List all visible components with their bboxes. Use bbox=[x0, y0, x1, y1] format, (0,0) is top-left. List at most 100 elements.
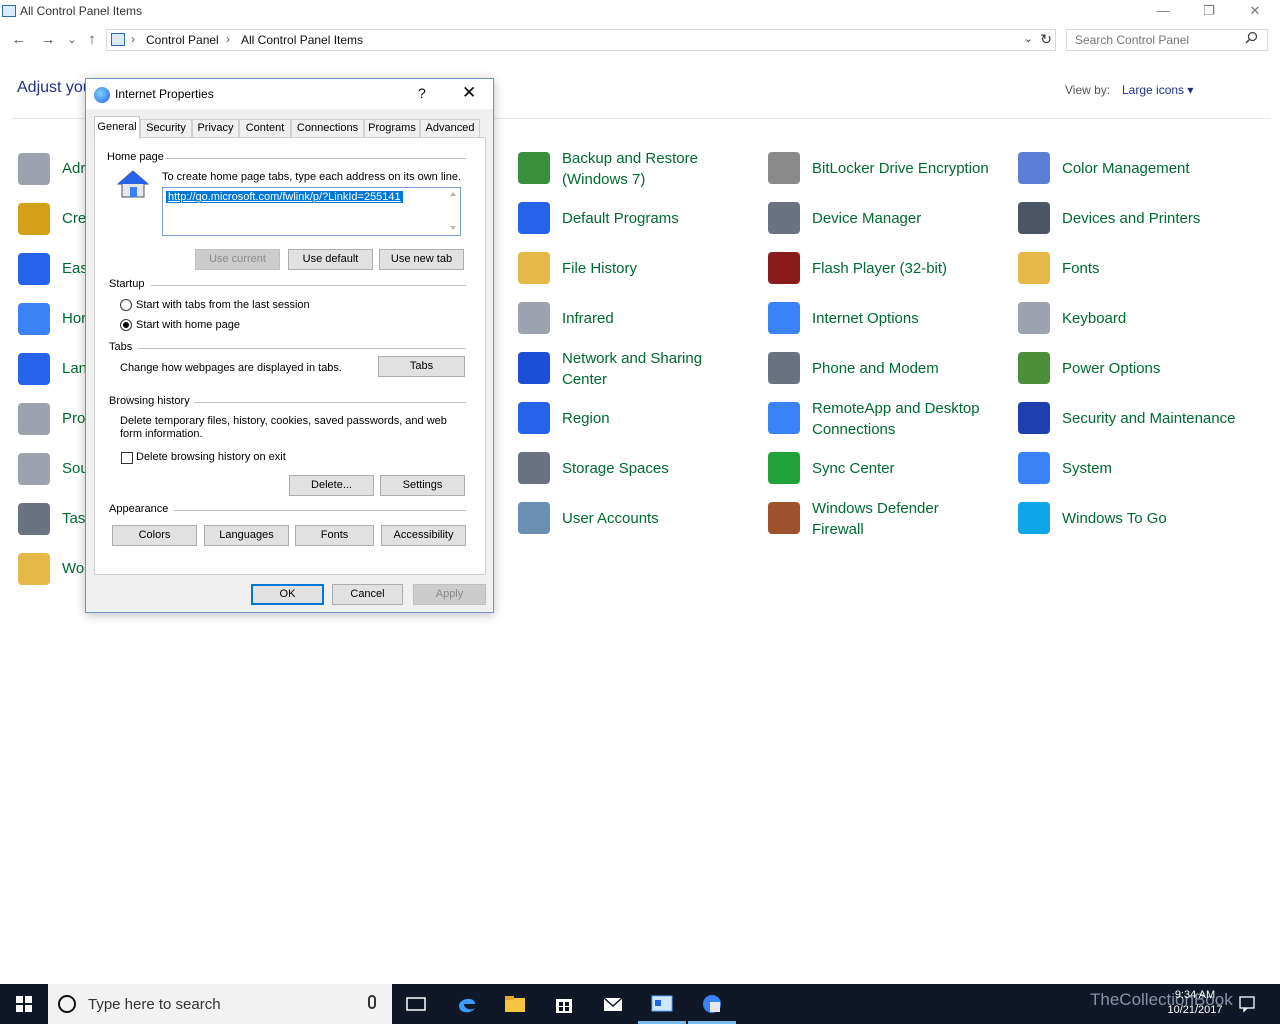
item-icon bbox=[1018, 252, 1050, 284]
forward-button[interactable]: → bbox=[37, 28, 59, 52]
use-default-button[interactable]: Use default bbox=[288, 249, 373, 270]
help-button[interactable]: ? bbox=[418, 85, 426, 101]
delete-button[interactable]: Delete... bbox=[289, 475, 374, 496]
item-icon bbox=[518, 152, 550, 184]
item-icon bbox=[18, 553, 50, 585]
languages-button[interactable]: Languages bbox=[204, 525, 289, 546]
file-explorer-icon[interactable] bbox=[503, 992, 527, 1016]
settings-button[interactable]: Settings bbox=[380, 475, 465, 496]
dialog-close-button[interactable]: ✕ bbox=[462, 83, 476, 103]
control-panel-taskbar-icon[interactable] bbox=[650, 992, 674, 1016]
home-page-url[interactable]: http://go.microsoft.com/fwlink/p/?LinkId… bbox=[166, 191, 403, 203]
task-view-icon[interactable] bbox=[404, 992, 428, 1016]
taskbar-clock[interactable]: 9:34 AM 10/21/2017 bbox=[1162, 988, 1228, 1018]
ok-button[interactable]: OK bbox=[251, 584, 324, 605]
mail-icon[interactable] bbox=[601, 992, 625, 1016]
item-label: Storage Spaces bbox=[562, 458, 669, 479]
windows-start-icon[interactable] bbox=[0, 984, 48, 1024]
home-icon bbox=[116, 170, 150, 198]
item-label-line: (Windows 7) bbox=[562, 171, 646, 188]
startup-last-session-label[interactable]: Start with tabs from the last session bbox=[136, 299, 310, 311]
breadcrumb-all-items[interactable]: All Control Panel Items bbox=[241, 33, 363, 47]
view-by-dropdown[interactable]: Large icons ▾ bbox=[1122, 83, 1193, 97]
item-label-line: Region bbox=[562, 410, 610, 427]
item-label-line: Fonts bbox=[1062, 260, 1100, 277]
fonts-button[interactable]: Fonts bbox=[295, 525, 374, 546]
tab-general[interactable]: General bbox=[94, 116, 140, 139]
item-icon bbox=[18, 253, 50, 285]
item-label-line: User Accounts bbox=[562, 510, 659, 527]
tab-connections[interactable]: Connections bbox=[291, 119, 364, 138]
internet-properties-dialog: Internet Properties ? ✕ General Security… bbox=[85, 78, 494, 613]
item-label-line: Flash Player (32-bit) bbox=[812, 260, 948, 277]
search-icon[interactable] bbox=[1245, 31, 1258, 44]
use-new-tab-button[interactable]: Use new tab bbox=[379, 249, 464, 270]
divider bbox=[165, 158, 466, 159]
cancel-button[interactable]: Cancel bbox=[332, 584, 403, 605]
colors-button[interactable]: Colors bbox=[112, 525, 197, 546]
item-icon bbox=[18, 203, 50, 235]
apply-button[interactable]: Apply bbox=[413, 584, 486, 605]
refresh-icon[interactable]: ↻ bbox=[1040, 31, 1052, 48]
item-label-line: Storage Spaces bbox=[562, 460, 669, 477]
chevron-down-icon bbox=[450, 226, 456, 230]
tab-security[interactable]: Security bbox=[140, 119, 192, 138]
divider bbox=[174, 510, 466, 511]
appearance-section-label: Appearance bbox=[109, 503, 169, 515]
up-button[interactable]: ↑ bbox=[81, 28, 103, 52]
item-label: Security and Maintenance bbox=[1062, 408, 1235, 429]
item-label: Backup and Restore (Windows 7) bbox=[562, 148, 698, 190]
item-icon bbox=[518, 402, 550, 434]
tab-content[interactable]: Content bbox=[239, 119, 291, 138]
item-icon bbox=[1018, 402, 1050, 434]
startup-home-page-label[interactable]: Start with home page bbox=[136, 319, 240, 331]
edge-browser-icon[interactable] bbox=[455, 992, 479, 1016]
item-label-line: Center bbox=[562, 371, 608, 388]
accessibility-button[interactable]: Accessibility bbox=[381, 525, 466, 546]
tabs-button[interactable]: Tabs bbox=[378, 356, 465, 377]
taskbar-search-placeholder: Type here to search bbox=[88, 996, 221, 1013]
breadcrumb-control-panel[interactable]: Control Panel bbox=[146, 33, 219, 47]
item-label-line: Keyboard bbox=[1062, 310, 1127, 327]
scrollbar[interactable] bbox=[446, 188, 460, 235]
microphone-icon[interactable] bbox=[368, 995, 376, 1009]
home-page-url-field[interactable]: http://go.microsoft.com/fwlink/p/?LinkId… bbox=[162, 187, 461, 236]
use-current-button[interactable]: Use current bbox=[195, 249, 280, 270]
item-icon bbox=[518, 252, 550, 284]
tabs-section-label: Tabs bbox=[109, 341, 133, 353]
tab-advanced[interactable]: Advanced bbox=[420, 119, 480, 138]
close-button[interactable]: ✕ bbox=[1232, 0, 1278, 24]
notifications-icon[interactable] bbox=[1238, 995, 1256, 1013]
clock-date: 10/21/2017 bbox=[1167, 1004, 1223, 1016]
internet-options-taskbar-icon[interactable] bbox=[700, 992, 724, 1016]
delete-history-on-exit-label[interactable]: Delete browsing history on exit bbox=[136, 451, 286, 463]
item-label: Devices and Printers bbox=[1062, 208, 1200, 229]
minimize-button[interactable]: — bbox=[1140, 0, 1186, 24]
taskbar-search-box[interactable]: Type here to search bbox=[48, 984, 392, 1024]
tab-programs[interactable]: Programs bbox=[364, 119, 420, 138]
item-icon bbox=[768, 352, 800, 384]
item-icon bbox=[768, 402, 800, 434]
item-label: Windows To Go bbox=[1062, 508, 1167, 529]
delete-history-on-exit-checkbox[interactable] bbox=[121, 452, 133, 464]
cortana-icon bbox=[58, 995, 76, 1013]
item-label: Phone and Modem bbox=[812, 358, 939, 379]
startup-home-page-radio[interactable] bbox=[120, 319, 132, 331]
breadcrumb-separator[interactable]: › bbox=[131, 32, 135, 46]
tab-privacy[interactable]: Privacy bbox=[192, 119, 239, 138]
item-icon bbox=[1018, 352, 1050, 384]
restore-button[interactable]: ❐ bbox=[1186, 0, 1232, 24]
item-label-line: Default Programs bbox=[562, 210, 679, 227]
item-label-line: File History bbox=[562, 260, 638, 277]
breadcrumb-separator[interactable]: › bbox=[226, 32, 230, 46]
search-input[interactable] bbox=[1066, 29, 1268, 51]
item-icon bbox=[18, 453, 50, 485]
chevron-down-icon[interactable]: ⌄ bbox=[1024, 32, 1033, 45]
back-button[interactable]: ← bbox=[8, 28, 30, 52]
view-by-label: View by: bbox=[1065, 83, 1111, 97]
window-title: All Control Panel Items bbox=[20, 4, 143, 18]
store-icon[interactable] bbox=[552, 992, 576, 1016]
address-bar[interactable]: › Control Panel › All Control Panel Item… bbox=[106, 29, 1056, 51]
recent-locations-button[interactable]: ⌄ bbox=[61, 28, 83, 52]
startup-last-session-radio[interactable] bbox=[120, 299, 132, 311]
